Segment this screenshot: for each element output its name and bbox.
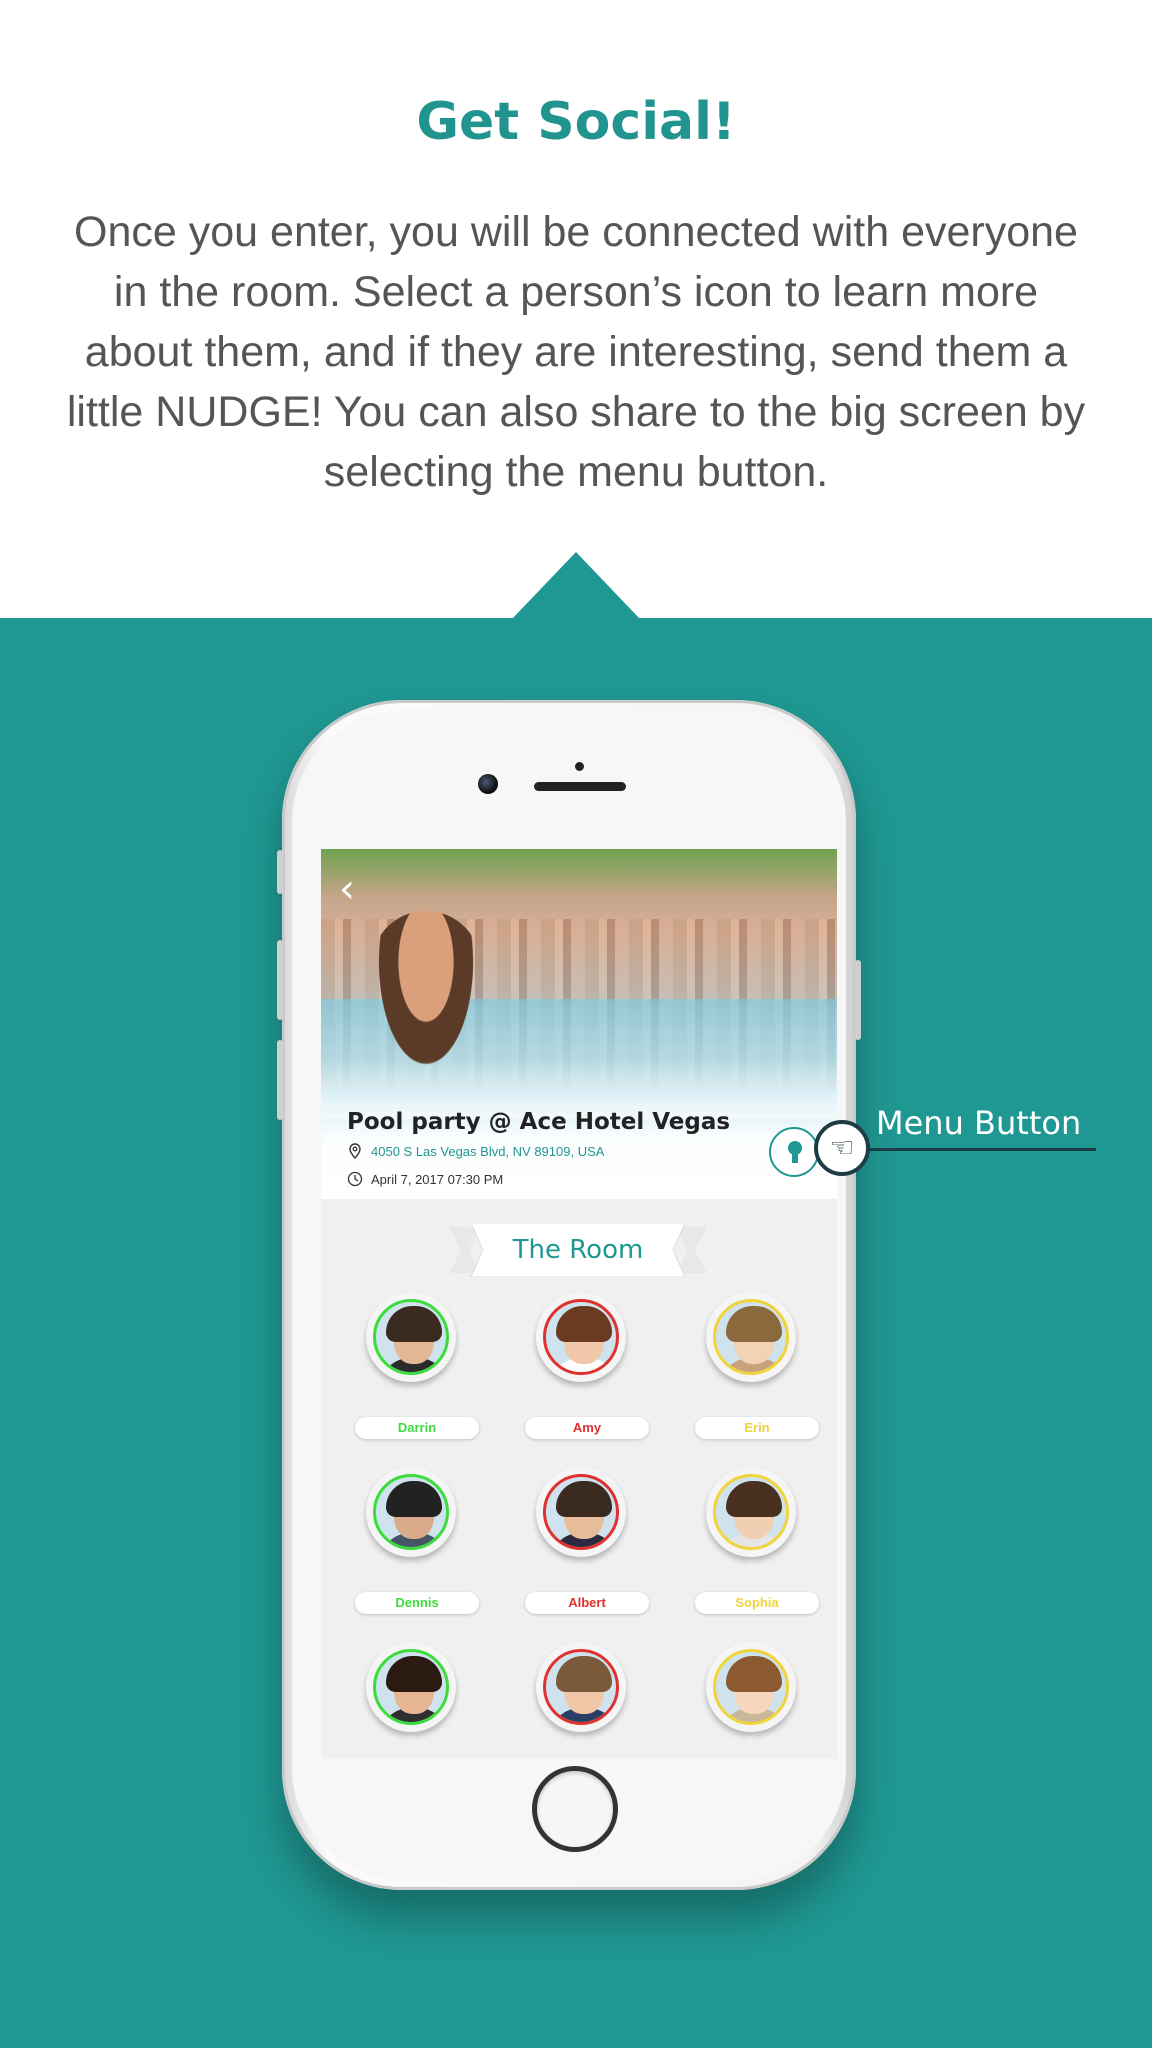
person-card[interactable]: Darrin	[341, 1289, 479, 1459]
event-address[interactable]: 4050 S Las Vegas Blvd, NV 89109, USA	[371, 1144, 604, 1159]
side-button	[277, 1040, 283, 1120]
location-pin-icon	[349, 1143, 361, 1159]
avatar	[713, 1299, 789, 1375]
avatar-hair	[556, 1656, 612, 1692]
pointer-notch	[512, 552, 640, 619]
person-name: Sophia	[695, 1592, 819, 1614]
person-card[interactable]: Sophia	[681, 1464, 819, 1634]
person-card[interactable]: Albert	[511, 1464, 649, 1634]
avatar-hair	[556, 1306, 612, 1342]
avatar-pin[interactable]	[531, 1289, 631, 1399]
avatar-pin[interactable]	[701, 1289, 801, 1399]
side-button	[855, 960, 861, 1040]
avatar-ring	[706, 1642, 796, 1732]
clock-icon	[347, 1171, 363, 1187]
side-button	[277, 850, 283, 894]
chevron-left-icon[interactable]: ‹	[339, 869, 369, 909]
avatar-ring	[536, 1642, 626, 1732]
avatar-hair	[726, 1306, 782, 1342]
person-name: Albert	[525, 1592, 649, 1614]
event-time-row: April 7, 2017 07:30 PM	[347, 1171, 503, 1187]
person-card[interactable]	[511, 1639, 635, 1759]
person-card[interactable]: Erin	[681, 1289, 819, 1459]
callout-line	[856, 1148, 1096, 1151]
avatar-ring	[366, 1467, 456, 1557]
avatar-ring	[366, 1292, 456, 1382]
pointing-hand-icon: ☜	[829, 1131, 855, 1164]
menu-button-callout-label: Menu Button	[876, 1104, 1082, 1142]
avatar-pin[interactable]	[531, 1464, 631, 1574]
avatar-hair	[386, 1306, 442, 1342]
side-button	[277, 940, 283, 1020]
avatar	[373, 1299, 449, 1375]
person-card[interactable]	[681, 1639, 805, 1759]
event-datetime: April 7, 2017 07:30 PM	[371, 1171, 504, 1187]
menu-callout-marker: ☜	[814, 1120, 870, 1176]
avatar	[373, 1649, 449, 1725]
menu-button[interactable]	[769, 1127, 819, 1177]
app-screen: ‹ Pool party @ Ace Hotel Vegas 4050 S La…	[321, 849, 837, 1759]
avatar-ring	[536, 1292, 626, 1382]
foreground-person	[371, 911, 481, 1081]
intro-paragraph: Once you enter, you will be connected wi…	[66, 208, 1086, 496]
avatar-pin[interactable]	[361, 1464, 461, 1574]
avatar-ring	[536, 1467, 626, 1557]
room-banner: The Room	[449, 1223, 707, 1277]
avatar-ring	[706, 1292, 796, 1382]
avatar-hair	[386, 1481, 442, 1517]
person-name: Erin	[695, 1417, 819, 1439]
event-hero-image: ‹ Pool party @ Ace Hotel Vegas 4050 S La…	[321, 849, 837, 1199]
person-card[interactable]: Dennis	[341, 1464, 479, 1634]
person-name: Amy	[525, 1417, 649, 1439]
avatar-hair	[726, 1656, 782, 1692]
avatar	[373, 1474, 449, 1550]
avatar-pin[interactable]	[701, 1464, 801, 1574]
avatar-pin[interactable]	[361, 1289, 461, 1399]
keyhole-icon-stem	[792, 1151, 798, 1163]
avatar	[543, 1649, 619, 1725]
avatar	[713, 1649, 789, 1725]
room-title: The Room	[512, 1235, 644, 1265]
avatar-pin[interactable]	[531, 1639, 631, 1749]
phone-bezel: ‹ Pool party @ Ace Hotel Vegas 4050 S La…	[292, 710, 846, 1880]
person-name: Darrin	[355, 1417, 479, 1439]
header-section: Get Social! Once you enter, you will be …	[0, 0, 1152, 618]
avatar	[713, 1474, 789, 1550]
avatar	[543, 1299, 619, 1375]
person-card[interactable]	[341, 1639, 465, 1759]
avatar-hair	[556, 1481, 612, 1517]
avatar	[543, 1474, 619, 1550]
earpiece-speaker	[534, 782, 626, 791]
proximity-sensor	[575, 762, 584, 771]
home-button[interactable]	[532, 1766, 618, 1852]
front-camera	[478, 774, 498, 794]
avatar-ring	[366, 1642, 456, 1732]
avatar-pin[interactable]	[701, 1639, 801, 1749]
person-card[interactable]: Amy	[511, 1289, 649, 1459]
avatar-hair	[726, 1481, 782, 1517]
headline: Get Social!	[416, 92, 736, 152]
phone-mockup: ‹ Pool party @ Ace Hotel Vegas 4050 S La…	[277, 700, 861, 1890]
event-title: Pool party @ Ace Hotel Vegas	[347, 1109, 731, 1135]
event-address-row: 4050 S Las Vegas Blvd, NV 89109, USA	[347, 1143, 604, 1159]
avatar-hair	[386, 1656, 442, 1692]
avatar-pin[interactable]	[361, 1639, 461, 1749]
avatar-ring	[706, 1467, 796, 1557]
person-name: Dennis	[355, 1592, 479, 1614]
